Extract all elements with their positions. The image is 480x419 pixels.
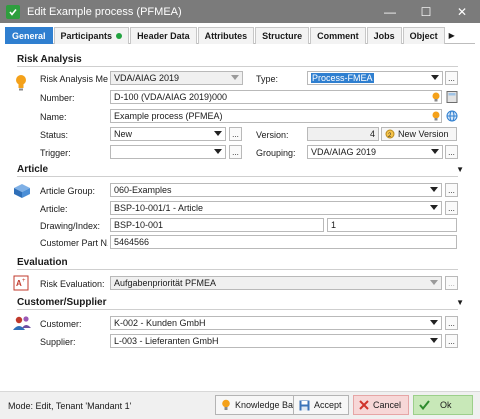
drawing-index-label: Drawing/Index: (40, 221, 101, 231)
risk-method-field: VDA/AIAG 2019 (110, 71, 243, 85)
status-dropdown[interactable]: New (110, 127, 226, 141)
rating-icon: A + (13, 275, 29, 291)
section-divider (17, 269, 458, 270)
risk-method-label: Risk Analysis Me... (40, 74, 108, 84)
type-label: Type: (256, 74, 279, 84)
customer-dropdown[interactable]: K-002 - Kunden GmbH (110, 316, 442, 330)
article-group-dropdown[interactable]: 060-Examples (110, 183, 442, 197)
ok-button[interactable]: Ok (413, 395, 473, 415)
type-dropdown[interactable]: Process-FMEA (307, 71, 443, 85)
trigger-browse-button[interactable]: ... (229, 145, 242, 159)
article-group-browse-button[interactable]: ... (445, 183, 458, 197)
collapse-icon[interactable]: ▼ (456, 298, 464, 307)
customer-part-label: Customer Part N... (40, 238, 108, 248)
customer-part-field[interactable]: 5464566 (110, 235, 457, 249)
minimize-button[interactable]: — (372, 0, 408, 23)
tab-header-data[interactable]: Header Data (130, 27, 197, 44)
tab-comment[interactable]: Comment (310, 27, 366, 44)
index-field[interactable]: 1 (327, 218, 457, 232)
article-group-label: Article Group: (40, 186, 96, 196)
name-label: Name: (40, 112, 67, 122)
name-field[interactable]: Example process (PFMEA) (110, 109, 442, 123)
calculator-icon[interactable] (446, 91, 458, 103)
lightbulb-icon (432, 92, 440, 102)
new-version-icon: 2 (385, 129, 395, 139)
cancel-icon (359, 400, 369, 410)
lightbulb-icon (432, 111, 440, 121)
risk-evaluation-browse-button: ... (445, 276, 458, 290)
version-label: Version: (256, 130, 289, 140)
trigger-dropdown[interactable] (110, 145, 226, 159)
title-bar: Edit Example process (PFMEA) — ☐ ✕ (0, 0, 480, 23)
tab-general[interactable]: General (5, 27, 53, 44)
users-icon (13, 316, 31, 330)
tab-bar: General Participants Header Data Attribu… (5, 27, 475, 44)
article-browse-button[interactable]: ... (445, 201, 458, 215)
article-dropdown[interactable]: BSP-10-001/1 - Article (110, 201, 442, 215)
article-box-icon (14, 184, 30, 198)
section-divider (17, 176, 458, 177)
grouping-dropdown[interactable]: VDA/AIAG 2019 (307, 145, 443, 159)
section-risk-analysis-title: Risk Analysis (17, 54, 82, 65)
cancel-button[interactable]: Cancel (353, 395, 409, 415)
mode-text: Mode: Edit, Tenant 'Mandant 1' (8, 401, 132, 411)
tab-jobs[interactable]: Jobs (366, 27, 402, 44)
status-browse-button[interactable]: ... (229, 127, 242, 141)
section-customer-supplier-title: Customer/Supplier (17, 297, 107, 308)
section-evaluation-title: Evaluation (17, 257, 68, 268)
new-version-button[interactable]: 2 New Version (381, 127, 457, 141)
tab-scroll-right-icon[interactable]: ▶ (446, 27, 458, 43)
globe-icon[interactable] (446, 110, 458, 122)
save-icon (299, 400, 310, 410)
article-label: Article: (40, 204, 68, 214)
lightbulb-icon (222, 399, 230, 410)
section-divider (17, 309, 458, 310)
grouping-browse-button[interactable]: ... (445, 145, 458, 159)
risk-evaluation-label: Risk Evaluation: (40, 279, 105, 289)
status-bar: Mode: Edit, Tenant 'Mandant 1' Knowledge… (0, 391, 480, 419)
number-field[interactable]: D-100 (VDA/AIAG 2019)000 (110, 90, 442, 104)
window-title: Edit Example process (PFMEA) (27, 5, 182, 18)
version-field: 4 (307, 127, 379, 141)
risk-evaluation-field: Aufgabenpriorität PFMEA (110, 276, 442, 290)
check-icon (419, 400, 430, 410)
maximize-button[interactable]: ☐ (408, 0, 444, 23)
trigger-label: Trigger: (40, 148, 71, 158)
lightbulb-icon (16, 75, 26, 91)
customer-browse-button[interactable]: ... (445, 316, 458, 330)
tab-participants[interactable]: Participants (53, 27, 130, 44)
number-label: Number: (40, 93, 75, 103)
close-button[interactable]: ✕ (444, 0, 480, 23)
app-icon (6, 4, 20, 19)
status-label: Status: (40, 130, 69, 140)
svg-text:+: + (22, 278, 26, 284)
drawing-field[interactable]: BSP-10-001 (110, 218, 324, 232)
section-article-title: Article (17, 164, 49, 175)
supplier-browse-button[interactable]: ... (445, 334, 458, 348)
collapse-icon[interactable]: ▼ (456, 165, 464, 174)
type-browse-button[interactable]: ... (445, 71, 458, 85)
tab-attributes[interactable]: Attributes (197, 27, 255, 44)
tab-object[interactable]: Object (402, 27, 445, 44)
accept-button[interactable]: Accept (293, 395, 349, 415)
customer-label: Customer: (40, 319, 82, 329)
tab-structure[interactable]: Structure (255, 27, 310, 44)
supplier-label: Supplier: (40, 337, 76, 347)
section-divider (17, 66, 458, 67)
grouping-label: Grouping: (256, 148, 296, 158)
status-dot-icon (116, 33, 123, 39)
supplier-dropdown[interactable]: L-003 - Lieferanten GmbH (110, 334, 442, 348)
